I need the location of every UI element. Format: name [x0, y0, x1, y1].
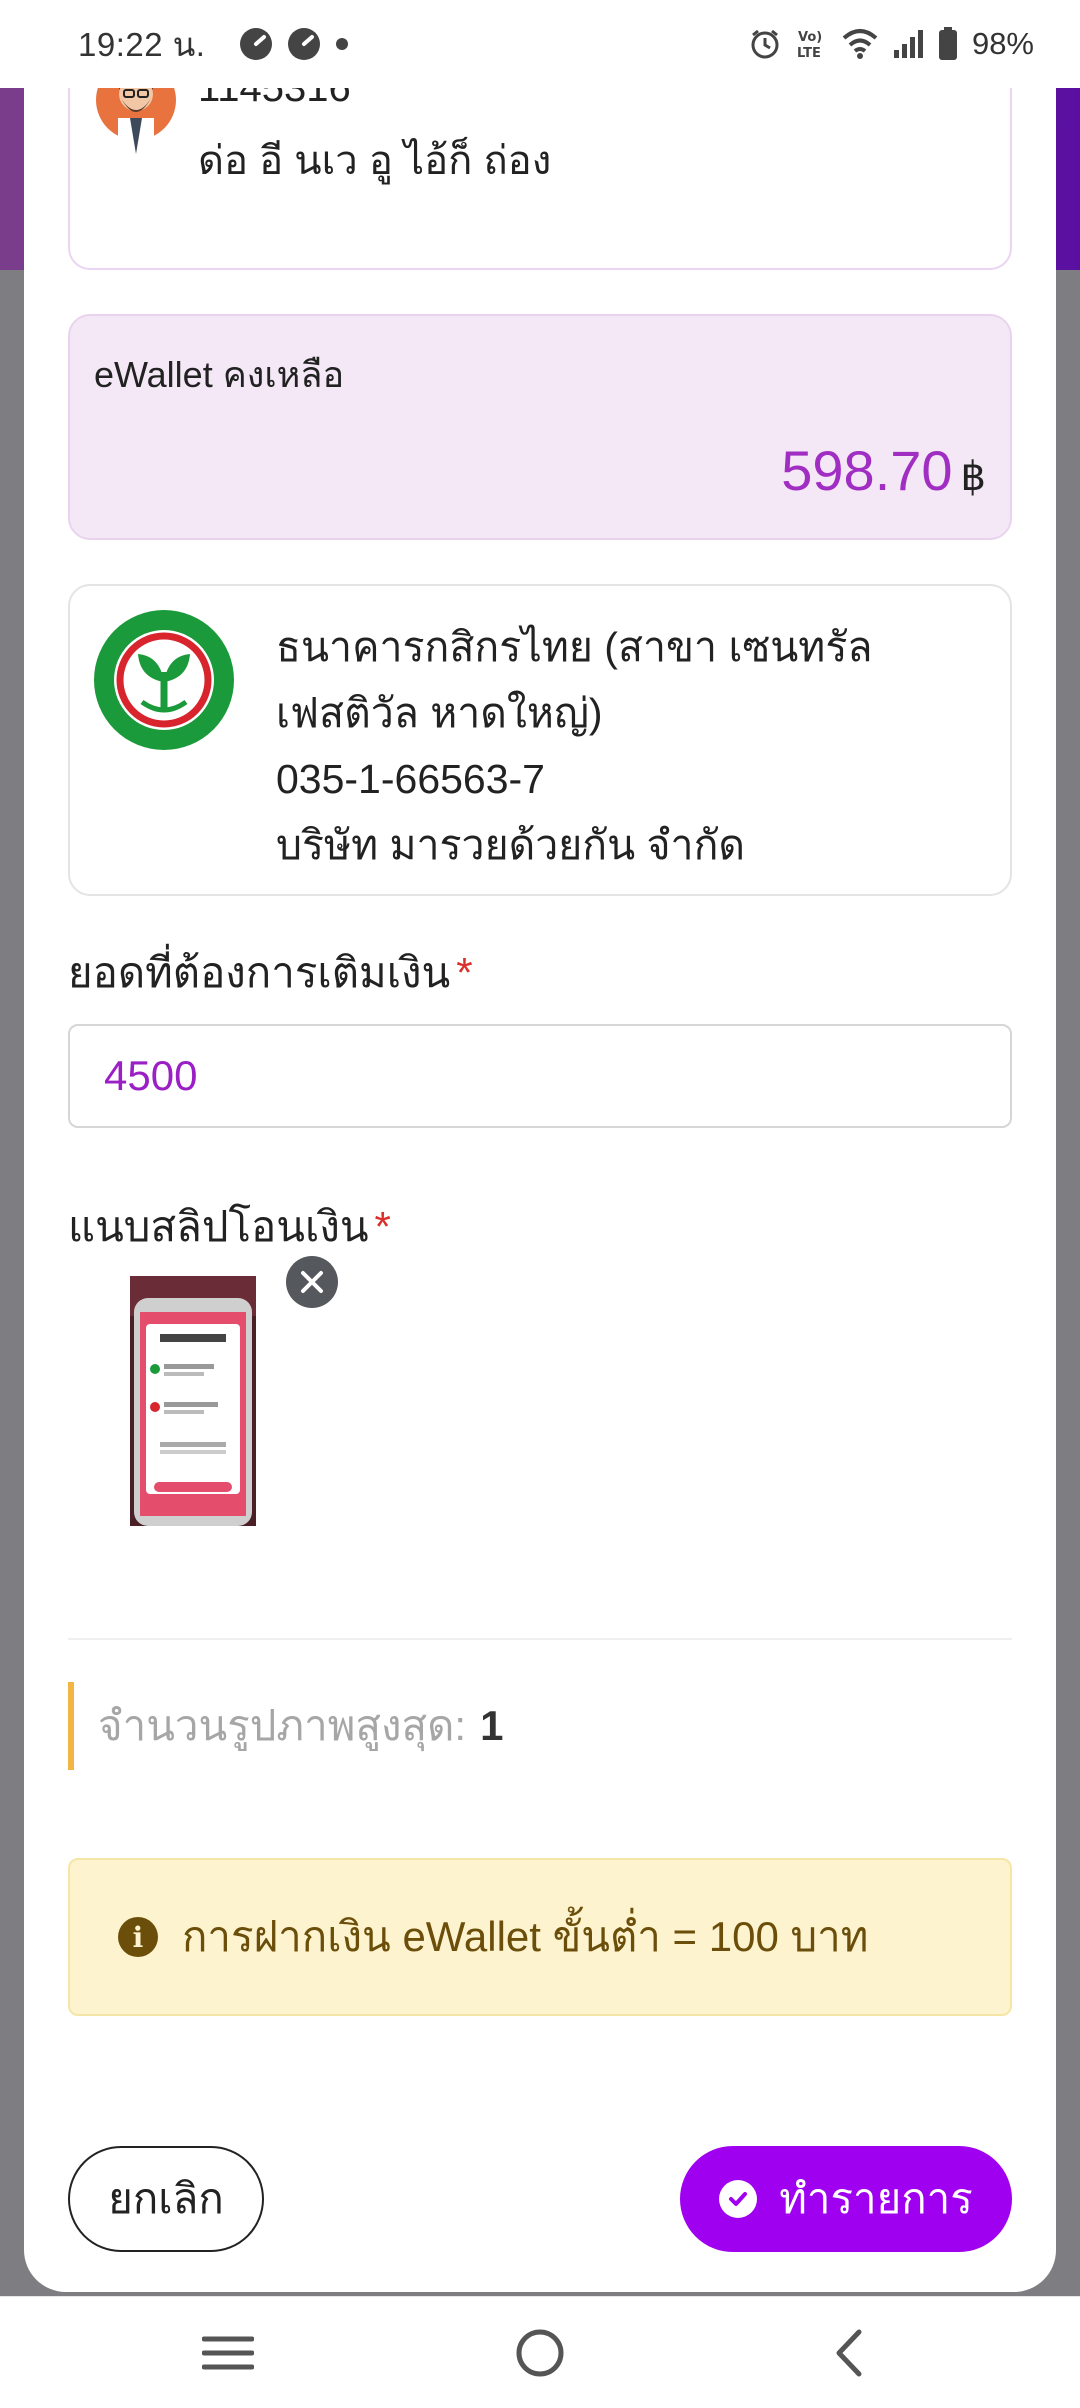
slip-thumbnail[interactable]: [130, 1276, 256, 1526]
status-time: 19:22 น.: [78, 25, 206, 63]
slip-label-text: แนบสลิปโอนเงิน: [68, 1203, 369, 1250]
wallet-label: eWallet คงเหลือ: [94, 354, 345, 395]
divider: [68, 1638, 1012, 1640]
remove-slip-button[interactable]: [286, 1256, 338, 1308]
max-images-value: 1: [480, 1702, 504, 1749]
status-left-icons: [239, 27, 349, 61]
back-button[interactable]: [818, 2323, 878, 2383]
recent-apps-button[interactable]: [198, 2323, 258, 2383]
currency-symbol: ฿: [960, 455, 986, 499]
home-icon: [516, 2329, 564, 2377]
close-icon: [301, 1271, 323, 1293]
alert-text: การฝากเงิน eWallet ขั้นต่ำ = 100 บาท: [182, 1913, 869, 1960]
alarm-icon: [751, 29, 779, 59]
bank-details: ธนาคารกสิกรไทย (สาขา เซนทรัล เฟสติวัล หา…: [276, 614, 872, 878]
bank-account-box: ธนาคารกสิกรไทย (สาขา เซนทรัล เฟสติวัล หา…: [68, 584, 1012, 896]
required-mark: *: [456, 949, 473, 996]
amount-label-text: ยอดที่ต้องการเติมเงิน: [68, 949, 451, 996]
submit-label: ทำรายการ: [779, 2175, 973, 2222]
wallet-balance-box: eWallet คงเหลือ 598.70 ฿: [68, 314, 1012, 540]
cancel-button[interactable]: ยกเลิก: [68, 2146, 264, 2252]
volte-icon: Vo)LTE: [797, 30, 822, 61]
submit-button[interactable]: ทำรายการ: [680, 2146, 1012, 2252]
wallet-balance: 598.70 ฿: [781, 438, 986, 503]
bank-name-line1: ธนาคารกสิกรไทย (สาขา เซนทรัล: [276, 624, 873, 670]
battery-icon: [938, 27, 957, 60]
kbank-logo: [94, 610, 234, 750]
slip-label: แนบสลิปโอนเงิน *: [68, 1194, 391, 1260]
max-images-note: จำนวนรูปภาพสูงสุด: 1: [68, 1682, 503, 1770]
status-bar: 19:22 น. Vo) LTE 98%: [0, 0, 1080, 88]
member-name: ด่อ อี นเว อู ไอ้ก็ ถ่อง: [198, 139, 552, 183]
min-deposit-alert: i การฝากเงิน eWallet ขั้นต่ำ = 100 บาท: [68, 1858, 1012, 2016]
home-button[interactable]: [510, 2323, 570, 2383]
signal-icon: [893, 30, 923, 58]
required-mark: *: [374, 1203, 391, 1250]
back-icon: [836, 2329, 862, 2377]
info-icon: i: [118, 1917, 158, 1957]
amount-input[interactable]: 4500: [68, 1024, 1012, 1128]
bank-account-name: บริษัท มารวยด้วยกัน จำกัด: [276, 822, 746, 868]
bank-account-number: 035-1-66563-7: [276, 756, 545, 802]
speed-icon: [288, 28, 321, 60]
status-right-icons: Vo) LTE 98%: [748, 26, 1034, 62]
dot-icon: [336, 38, 349, 50]
speed-icon: [240, 28, 273, 60]
svg-text:Vo): Vo): [798, 30, 822, 45]
navigation-bar: [0, 2296, 1080, 2408]
max-images-label: จำนวนรูปภาพสูงสุด:: [98, 1702, 467, 1749]
svg-text:LTE: LTE: [797, 46, 821, 61]
wifi-icon: [842, 29, 878, 59]
bank-name-line2: เฟสติวัล หาดใหญ่): [276, 690, 603, 736]
battery-percentage: 98%: [971, 26, 1034, 61]
wallet-balance-value: 598.70: [781, 439, 953, 502]
check-circle-icon: [719, 2180, 758, 2218]
recent-apps-icon: [202, 2336, 254, 2370]
amount-label: ยอดที่ต้องการเติมเงิน *: [68, 940, 473, 1006]
